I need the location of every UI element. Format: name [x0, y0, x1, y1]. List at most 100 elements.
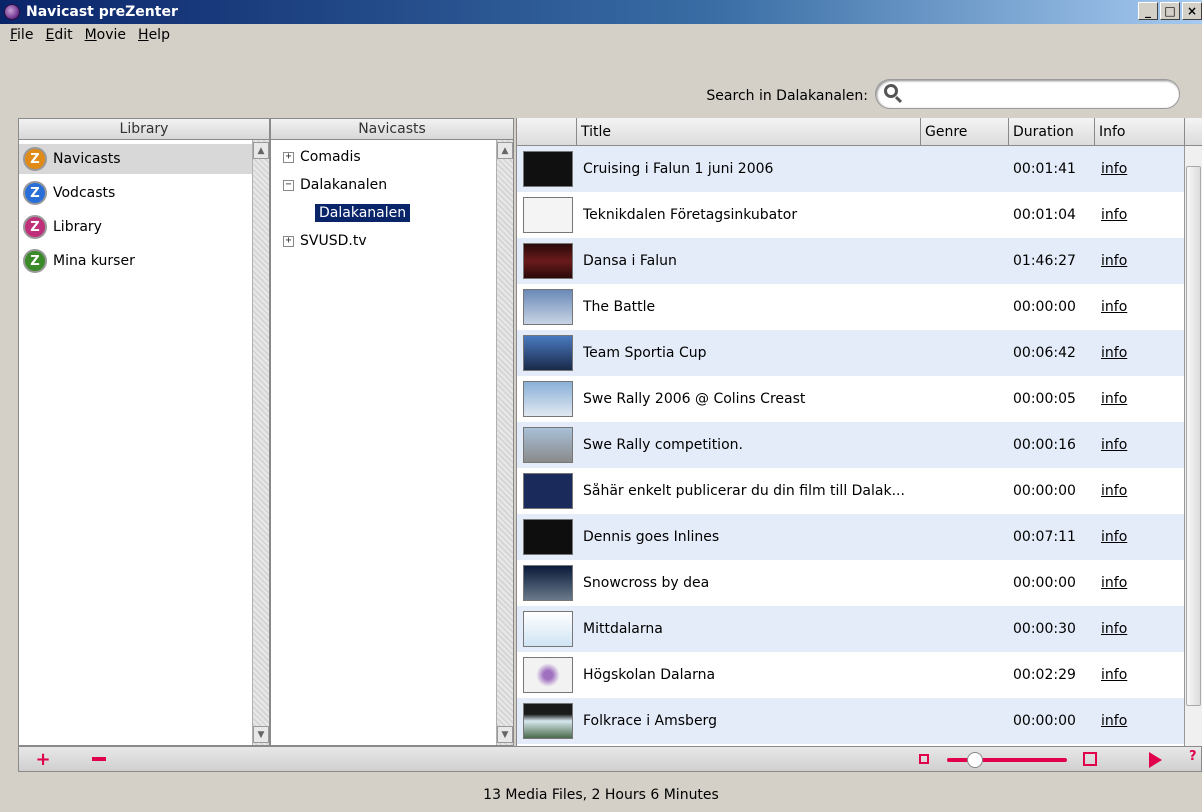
search-label: Search in Dalakanalen:: [706, 88, 868, 104]
info-link[interactable]: info: [1101, 437, 1127, 453]
remove-button[interactable]: [89, 750, 109, 768]
video-thumbnail: [523, 289, 573, 325]
info-link[interactable]: info: [1101, 253, 1127, 269]
expand-icon[interactable]: +: [283, 151, 294, 163]
table-row[interactable]: Såhär enkelt publicerar du din film till…: [517, 468, 1185, 514]
column-duration[interactable]: Duration: [1009, 118, 1095, 146]
collapse-icon[interactable]: −: [283, 179, 294, 191]
table-row[interactable]: Dennis goes Inlines 00:07:11 info: [517, 514, 1185, 560]
menu-file[interactable]: File: [4, 27, 39, 43]
tree-item-svusd[interactable]: + SVUSD.tv: [283, 230, 367, 252]
table-row[interactable]: Folkrace i Amsberg 00:00:00 info: [517, 698, 1185, 744]
library-item-navicasts[interactable]: Z Navicasts: [19, 144, 253, 174]
library-header[interactable]: Library: [18, 118, 270, 140]
search-input[interactable]: [906, 84, 1171, 104]
info-link[interactable]: info: [1101, 345, 1127, 361]
info-link[interactable]: info: [1101, 391, 1127, 407]
column-genre[interactable]: Genre: [921, 118, 1009, 146]
library-item-vodcasts[interactable]: Z Vodcasts: [23, 178, 115, 208]
kurser-icon: Z: [23, 249, 47, 273]
scroll-up-arrow[interactable]: ▲: [497, 142, 513, 159]
info-link[interactable]: info: [1101, 483, 1127, 499]
video-thumbnail: [523, 565, 573, 601]
navicasts-header[interactable]: Navicasts: [270, 118, 514, 140]
table-row[interactable]: Dansa i Falun 01:46:27 info: [517, 238, 1185, 284]
video-thumbnail: [523, 151, 573, 187]
info-link[interactable]: info: [1101, 621, 1127, 637]
help-icon[interactable]: ?: [1189, 749, 1197, 764]
menu-bar: File Edit Movie Help: [0, 24, 1202, 46]
table-row[interactable]: Snowcross by dea 00:00:00 info: [517, 560, 1185, 606]
tree-item-comadis[interactable]: + Comadis: [283, 146, 361, 168]
scroll-down-arrow[interactable]: ▼: [497, 726, 513, 743]
library-icon: Z: [23, 215, 47, 239]
scroll-down-arrow[interactable]: ▼: [253, 726, 269, 743]
status-bar: 13 Media Files, 2 Hours 6 Minutes: [483, 787, 719, 803]
column-title[interactable]: Title: [577, 118, 921, 146]
video-thumbnail: [523, 243, 573, 279]
table-row[interactable]: Swe Rally competition. 00:00:16 info: [517, 422, 1185, 468]
search-icon: [884, 84, 898, 98]
library-scrollbar[interactable]: ▲ ▼: [252, 140, 269, 745]
library-item-mina-kurser[interactable]: Z Mina kurser: [23, 246, 135, 276]
table-row[interactable]: The Battle 00:00:00 info: [517, 284, 1185, 330]
video-thumbnail: [523, 197, 573, 233]
video-thumbnail: [523, 657, 573, 693]
vodcast-icon: Z: [23, 181, 47, 205]
tree-item-dalakanalen[interactable]: − Dalakanalen: [283, 174, 387, 196]
info-link[interactable]: info: [1101, 713, 1127, 729]
table-scrollbar[interactable]: [1184, 146, 1202, 746]
info-link[interactable]: info: [1101, 667, 1127, 683]
table-row[interactable]: Team Sportia Cup 00:06:42 info: [517, 330, 1185, 376]
column-headers: Title Genre Duration Info: [517, 118, 1202, 146]
zoom-out-icon[interactable]: [919, 754, 929, 764]
scroll-up-arrow[interactable]: ▲: [253, 142, 269, 159]
maximize-button[interactable]: □: [1160, 2, 1180, 20]
zoom-slider-knob[interactable]: [967, 752, 983, 768]
window-title: Navicast preZenter: [26, 4, 178, 20]
search-box[interactable]: [875, 79, 1180, 109]
table-row[interactable]: Mittdalarna 00:00:30 info: [517, 606, 1185, 652]
scroll-thumb[interactable]: [1186, 166, 1201, 706]
zoom-slider[interactable]: [947, 758, 1067, 762]
expand-icon[interactable]: +: [283, 235, 294, 247]
bottom-toolbar: + ?: [18, 746, 1202, 772]
minimize-button[interactable]: _: [1138, 2, 1158, 20]
close-button[interactable]: ×: [1182, 2, 1202, 20]
table-row[interactable]: Cruising i Falun 1 juni 2006 00:01:41 in…: [517, 146, 1185, 192]
menu-movie[interactable]: Movie: [79, 27, 132, 43]
app-icon: [4, 4, 20, 20]
info-link[interactable]: info: [1101, 299, 1127, 315]
table-row[interactable]: Swe Rally 2006 @ Colins Creast 00:00:05 …: [517, 376, 1185, 422]
table-row[interactable]: Högskolan Dalarna 00:02:29 info: [517, 652, 1185, 698]
title-bar: Navicast preZenter _ □ ×: [0, 0, 1202, 24]
navicasts-scrollbar[interactable]: ▲ ▼: [496, 140, 513, 745]
video-thumbnail: [523, 519, 573, 555]
library-item-library[interactable]: Z Library: [23, 212, 102, 242]
search-bar: Search in Dalakanalen:: [0, 70, 1202, 110]
add-button[interactable]: +: [33, 749, 53, 770]
video-thumbnail: [523, 611, 573, 647]
media-table: Title Genre Duration Info Cruising i Fal…: [516, 118, 1202, 746]
video-thumbnail: [523, 381, 573, 417]
video-thumbnail: [523, 473, 573, 509]
table-row[interactable]: Teknikdalen Företagsinkubator 00:01:04 i…: [517, 192, 1185, 238]
info-link[interactable]: info: [1101, 529, 1127, 545]
info-link[interactable]: info: [1101, 575, 1127, 591]
library-panel: Z Navicasts Z Vodcasts Z Library Z Mina …: [18, 140, 270, 746]
menu-help[interactable]: Help: [132, 27, 176, 43]
column-info[interactable]: Info: [1095, 118, 1185, 146]
menu-edit[interactable]: Edit: [39, 27, 78, 43]
video-thumbnail: [523, 427, 573, 463]
column-thumb[interactable]: [517, 118, 577, 146]
window-controls: _ □ ×: [1138, 2, 1202, 20]
navicasts-panel: + Comadis − Dalakanalen Dalakanalen + SV…: [270, 140, 514, 746]
video-thumbnail: [523, 703, 573, 739]
info-link[interactable]: info: [1101, 161, 1127, 177]
info-link[interactable]: info: [1101, 207, 1127, 223]
video-thumbnail: [523, 335, 573, 371]
tree-item-dalakanalen-child[interactable]: Dalakanalen: [315, 202, 411, 224]
navicast-icon: Z: [23, 147, 47, 171]
zoom-in-icon[interactable]: [1083, 752, 1097, 766]
play-icon[interactable]: [1149, 752, 1162, 768]
